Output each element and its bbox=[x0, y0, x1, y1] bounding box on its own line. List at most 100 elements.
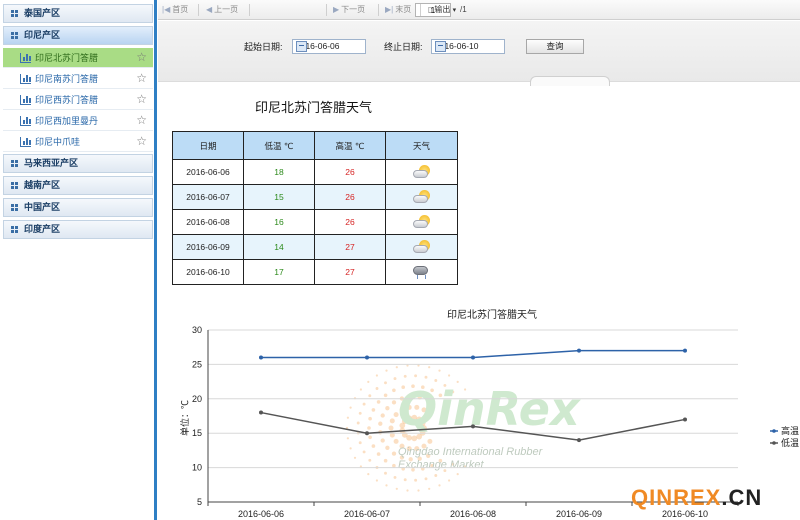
sidebar: 泰国产区 印尼产区 印尼北苏门答腊 ☆ 印尼南苏门答腊 ☆ 印尼西苏门答腊 ☆ … bbox=[0, 0, 157, 520]
watermark-dot bbox=[395, 487, 398, 490]
date-cell: 2016-06-08 bbox=[172, 209, 244, 235]
watermark-dot bbox=[384, 471, 387, 475]
watermark-dot bbox=[368, 394, 372, 398]
prev-page-button[interactable]: ◀ 上一页 bbox=[206, 3, 238, 17]
first-page-button[interactable]: |◀ 首页 bbox=[162, 3, 188, 17]
y-tick-label: 25 bbox=[192, 359, 202, 369]
watermark-dot bbox=[434, 474, 438, 477]
data-point bbox=[259, 410, 263, 415]
watermark-dot bbox=[367, 426, 371, 430]
start-date-field[interactable]: 2016-06-06 bbox=[292, 39, 366, 54]
watermark-tagline-2: Exchange Market bbox=[398, 459, 485, 471]
last-page-icon: ▶| bbox=[385, 5, 394, 14]
watermark-dot bbox=[368, 416, 372, 421]
watermark-dot bbox=[414, 478, 418, 482]
group-china[interactable]: 中国产区 bbox=[3, 198, 153, 217]
watermark-dot bbox=[391, 451, 397, 456]
watermark-dot bbox=[362, 450, 366, 454]
watermark-dot bbox=[395, 366, 398, 369]
watermark-dot bbox=[371, 444, 376, 448]
sidebar-item-west-kalimantan[interactable]: 印尼西加里曼丹 ☆ bbox=[3, 111, 153, 131]
query-button[interactable]: 查询 bbox=[526, 39, 584, 54]
x-tick-label: 2016-06-09 bbox=[556, 509, 602, 519]
watermark-dot bbox=[380, 413, 385, 418]
watermark-dot bbox=[411, 435, 418, 442]
filter-panel: 起始日期: 2016-06-06 终止日期: 2016-06-10 查询 bbox=[158, 21, 800, 86]
next-page-button[interactable]: ▶ 下一页 bbox=[333, 3, 365, 17]
watermark-dot bbox=[385, 406, 390, 411]
watermark-dot bbox=[403, 478, 407, 482]
prev-page-label: 上一页 bbox=[214, 5, 239, 14]
sidebar-item-west-sumatra[interactable]: 印尼西苏门答腊 ☆ bbox=[3, 90, 153, 110]
watermark-dot bbox=[362, 402, 366, 406]
watermark-dot bbox=[368, 435, 372, 440]
watermark-dot bbox=[358, 441, 362, 445]
collapse-handle[interactable] bbox=[530, 76, 610, 86]
star-icon[interactable]: ☆ bbox=[136, 50, 147, 64]
weather-table: 日期 低温 ℃ 高温 ℃ 天气 2016-06-06 18 26 2016-06… bbox=[172, 131, 458, 285]
watermark-dot bbox=[392, 463, 396, 468]
grid-icon bbox=[11, 160, 18, 167]
prev-page-icon: ◀ bbox=[206, 5, 213, 14]
watermark-dot bbox=[406, 489, 409, 492]
toolbar-divider bbox=[249, 4, 250, 16]
document-icon: ▯ bbox=[428, 5, 433, 14]
y-tick-label: 10 bbox=[192, 463, 202, 473]
watermark-dot bbox=[456, 473, 459, 476]
watermark-dot bbox=[424, 375, 428, 379]
table-header-row: 日期 低温 ℃ 高温 ℃ 天气 bbox=[172, 131, 458, 160]
site-watermark-tld: .CN bbox=[721, 485, 763, 510]
y-axis-label: 单位：℃ bbox=[179, 400, 190, 436]
table-row: 2016-06-09 14 27 bbox=[172, 234, 458, 260]
y-tick-label: 30 bbox=[192, 325, 202, 335]
sidebar-item-label: 印尼南苏门答腊 bbox=[35, 74, 99, 84]
calendar-icon[interactable] bbox=[435, 41, 446, 52]
watermark-dot bbox=[391, 400, 397, 405]
qinrex-watermark: QinRex Qingdao International Rubber Exch… bbox=[345, 364, 581, 492]
grid-icon bbox=[11, 204, 18, 211]
export-dropdown[interactable]: ▯ 输出 ▾ bbox=[428, 3, 456, 17]
data-point bbox=[577, 348, 581, 353]
sidebar-item-label: 印尼北苏门答腊 bbox=[35, 53, 99, 63]
column-header: 日期 bbox=[172, 131, 244, 160]
sidebar-item-north-sumatra[interactable]: 印尼北苏门答腊 ☆ bbox=[3, 48, 153, 68]
sidebar-item-south-sumatra[interactable]: 印尼南苏门答腊 ☆ bbox=[3, 69, 153, 89]
partly-cloudy-icon bbox=[412, 214, 432, 230]
low-temp-cell: 18 bbox=[243, 159, 315, 185]
watermark-dot bbox=[356, 421, 360, 425]
low-temp-cell: 17 bbox=[243, 259, 315, 285]
column-header: 高温 ℃ bbox=[314, 131, 386, 160]
weather-cell bbox=[385, 184, 458, 210]
sidebar-item-label: 印尼中爪哇 bbox=[35, 137, 81, 147]
watermark-dot bbox=[375, 479, 378, 482]
watermark-dot bbox=[384, 381, 387, 385]
date-cell: 2016-06-09 bbox=[172, 234, 244, 260]
group-thailand[interactable]: 泰国产区 bbox=[3, 4, 153, 23]
calendar-icon[interactable] bbox=[296, 41, 307, 52]
last-page-button[interactable]: ▶| 末页 bbox=[385, 3, 411, 17]
end-date-field[interactable]: 2016-06-10 bbox=[431, 39, 505, 54]
high-temp-cell: 26 bbox=[314, 209, 386, 235]
watermark-dot bbox=[376, 400, 381, 404]
bar-chart-icon bbox=[20, 95, 31, 105]
group-india[interactable]: 印度产区 bbox=[3, 220, 153, 239]
table-row: 2016-06-08 16 26 bbox=[172, 209, 458, 235]
star-icon[interactable]: ☆ bbox=[136, 113, 147, 127]
sidebar-item-label: 印尼西苏门答腊 bbox=[35, 95, 99, 105]
star-icon[interactable]: ☆ bbox=[136, 134, 147, 148]
watermark-dot bbox=[349, 447, 352, 450]
group-vietnam[interactable]: 越南产区 bbox=[3, 176, 153, 195]
data-point bbox=[365, 431, 369, 436]
watermark-dot bbox=[385, 445, 390, 450]
group-malaysia[interactable]: 马来西亚产区 bbox=[3, 154, 153, 173]
site-watermark-main: QINREX bbox=[631, 485, 722, 510]
star-icon[interactable]: ☆ bbox=[136, 92, 147, 106]
low-temp-cell: 15 bbox=[243, 184, 315, 210]
watermark-dot bbox=[428, 366, 431, 369]
star-icon[interactable]: ☆ bbox=[136, 71, 147, 85]
column-header: 低温 ℃ bbox=[243, 131, 315, 160]
group-indonesia[interactable]: 印尼产区 bbox=[3, 26, 153, 45]
sidebar-item-central-java[interactable]: 印尼中爪哇 ☆ bbox=[3, 132, 153, 152]
low-temp-cell: 14 bbox=[243, 234, 315, 260]
data-point bbox=[683, 417, 687, 422]
